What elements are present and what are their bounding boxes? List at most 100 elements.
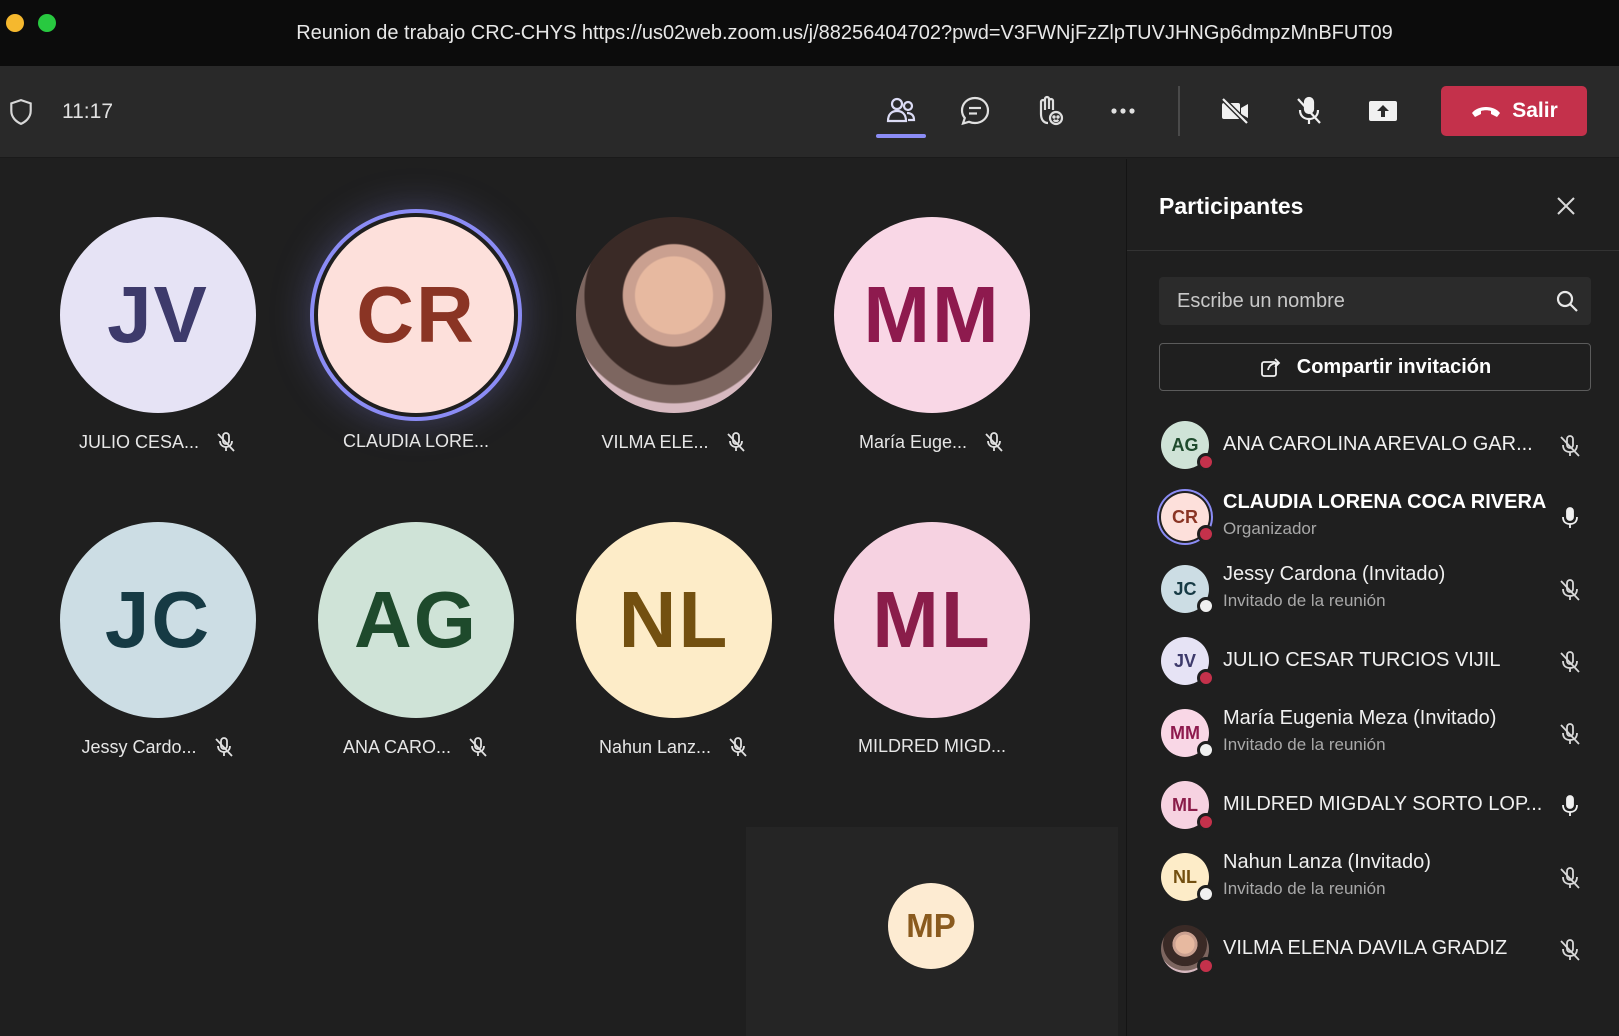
presence-badge: [1197, 597, 1215, 615]
share-screen-button[interactable]: [1358, 86, 1408, 136]
participant-avatar: CR: [318, 217, 514, 413]
tile-name-row: VILMA ELE...: [574, 431, 774, 453]
shield-icon[interactable]: [8, 98, 34, 126]
mic-off-icon[interactable]: [1557, 577, 1583, 603]
raise-hand-icon: [1039, 95, 1064, 126]
participant-row[interactable]: JC Jessy Cardona (Invitado) Invitado de la…: [1127, 553, 1619, 627]
participants-panel: Participantes Compartir invitación AGANA…: [1126, 159, 1619, 1036]
tile-name: CLAUDIA LORE...: [342, 431, 490, 451]
participant-avatar: JV: [60, 217, 256, 413]
presence-badge: [1197, 669, 1215, 687]
mic-off-icon[interactable]: [1557, 721, 1583, 747]
share-screen-icon: [1369, 101, 1397, 121]
participant-role: Invitado de la reunión: [1223, 591, 1386, 610]
leave-label: Salir: [1512, 99, 1558, 122]
close-icon: [1557, 197, 1575, 215]
participant-name: CLAUDIA LORENA COCA RIVERA: [1223, 491, 1547, 513]
mic-toggle-button[interactable]: [1284, 86, 1334, 136]
presence-badge: [1197, 525, 1215, 543]
participant-tile[interactable]: MM María Euge...: [832, 217, 1032, 453]
share-invite-button[interactable]: Compartir invitación: [1159, 343, 1591, 391]
participant-row[interactable]: MM María Eugenia Meza (Invitado) Invitado …: [1127, 697, 1619, 771]
tile-name-row: María Euge...: [832, 431, 1032, 453]
leave-meeting-button[interactable]: Salir: [1441, 86, 1587, 136]
reactions-button[interactable]: [1024, 86, 1074, 136]
mic-off-icon: [217, 432, 235, 452]
participant-row[interactable]: VILMA ELENA DAVILA GRADIZ: [1127, 913, 1619, 987]
mic-off-icon: [729, 737, 747, 757]
participant-row[interactable]: ML MILDRED MIGDALY SORTO LOP...: [1127, 769, 1619, 843]
participant-name: María Eugenia Meza (Invitado): [1223, 707, 1497, 729]
presence-badge: [1197, 957, 1215, 975]
tile-name: JULIO CESA...: [78, 431, 200, 452]
presence-badge: [1197, 453, 1215, 471]
close-panel-button[interactable]: [1549, 189, 1583, 223]
participant-tile[interactable]: ML MILDRED MIGD...: [832, 522, 1032, 757]
tile-name-row: Jessy Cardo...: [58, 736, 258, 758]
video-stage: JV JULIO CESA... CR CLAUDIA LORE... VILMA EL…: [0, 159, 1126, 1036]
participant-role: Invitado de la reunión: [1223, 735, 1386, 754]
tile-name-row: MILDRED MIGD...: [832, 736, 1032, 757]
tile-name: VILMA ELE...: [601, 431, 709, 452]
mic-on-icon[interactable]: [1557, 505, 1583, 531]
mic-on-icon[interactable]: [1557, 793, 1583, 819]
participant-tile[interactable]: CR CLAUDIA LORE...: [316, 217, 516, 452]
self-avatar: MP: [888, 883, 974, 969]
phone-hangup-icon: [1472, 107, 1501, 117]
people-icon: [886, 97, 916, 123]
mic-off-icon: [214, 737, 233, 757]
search-icon[interactable]: [1555, 289, 1579, 313]
tile-name-row: CLAUDIA LORE...: [316, 431, 516, 452]
tile-name: Jessy Cardo...: [81, 736, 197, 757]
participant-row[interactable]: JV JULIO CESAR TURCIOS VIJIL: [1127, 625, 1619, 699]
chat-icon: [960, 96, 990, 126]
mic-off-icon[interactable]: [1557, 865, 1583, 891]
meeting-timer: 11:17: [62, 100, 113, 123]
participant-tile[interactable]: VILMA ELE...: [574, 217, 774, 453]
teams-meeting-window: Reunion de trabajo CRC-CHYS https://us02…: [0, 0, 1619, 1036]
participant-tile[interactable]: AG ANA CARO...: [316, 522, 516, 758]
participant-search: [1159, 277, 1591, 325]
more-actions-button[interactable]: [1098, 86, 1148, 136]
camera-off-icon: [1221, 97, 1249, 125]
participant-tile[interactable]: JV JULIO CESA...: [58, 217, 258, 453]
tile-name: Nahun Lanz...: [598, 736, 712, 757]
camera-toggle-button[interactable]: [1210, 86, 1260, 136]
mic-off-icon: [985, 432, 1003, 452]
participant-name: JULIO CESAR TURCIOS VIJIL: [1223, 649, 1501, 671]
participant-tile[interactable]: JC Jessy Cardo...: [58, 522, 258, 758]
share-invite-label: Compartir invitación: [1296, 355, 1492, 378]
participant-row[interactable]: NL Nahun Lanza (Invitado) Invitado de la r…: [1127, 841, 1619, 915]
participant-row[interactable]: AG ANA CAROLINA AREVALO GAR...: [1127, 409, 1619, 483]
mic-off-icon: [469, 737, 487, 757]
participant-tile[interactable]: NL Nahun Lanz...: [574, 522, 774, 758]
mic-off-icon[interactable]: [1557, 649, 1583, 675]
tile-name-row: Nahun Lanz...: [574, 736, 774, 758]
participant-avatar: JC: [60, 522, 256, 718]
participant-avatar: ML: [834, 522, 1030, 718]
tile-name: ANA CARO...: [342, 736, 452, 757]
participants-active-indicator: [876, 134, 926, 138]
participant-row[interactable]: CR CLAUDIA LORENA COCA RIVERA Organizador: [1127, 481, 1619, 555]
tile-name-row: JULIO CESA...: [58, 431, 258, 453]
participants-button[interactable]: [876, 86, 926, 136]
tile-name: MILDRED MIGD...: [857, 736, 1006, 756]
panel-header: Participantes: [1127, 159, 1619, 251]
mic-off-icon: [726, 432, 745, 452]
more-icon: [1111, 108, 1135, 114]
participant-avatar: AG: [318, 522, 514, 718]
mic-off-icon[interactable]: [1557, 433, 1583, 459]
search-input[interactable]: [1159, 277, 1549, 325]
title-bar: Reunion de trabajo CRC-CHYS https://us02…: [0, 0, 1619, 66]
share-icon: [1260, 358, 1281, 377]
participant-photo: [576, 217, 772, 413]
participant-name: VILMA ELENA DAVILA GRADIZ: [1223, 937, 1508, 959]
mic-off-icon[interactable]: [1557, 937, 1583, 963]
presence-badge: [1197, 885, 1215, 903]
participant-avatar: NL: [576, 522, 772, 718]
chat-button[interactable]: [950, 86, 1000, 136]
mic-off-icon: [1297, 96, 1321, 124]
participant-role: Invitado de la reunión: [1223, 879, 1386, 898]
participant-name: MILDRED MIGDALY SORTO LOP...: [1223, 793, 1543, 815]
self-view-tile[interactable]: MP: [746, 827, 1118, 1036]
